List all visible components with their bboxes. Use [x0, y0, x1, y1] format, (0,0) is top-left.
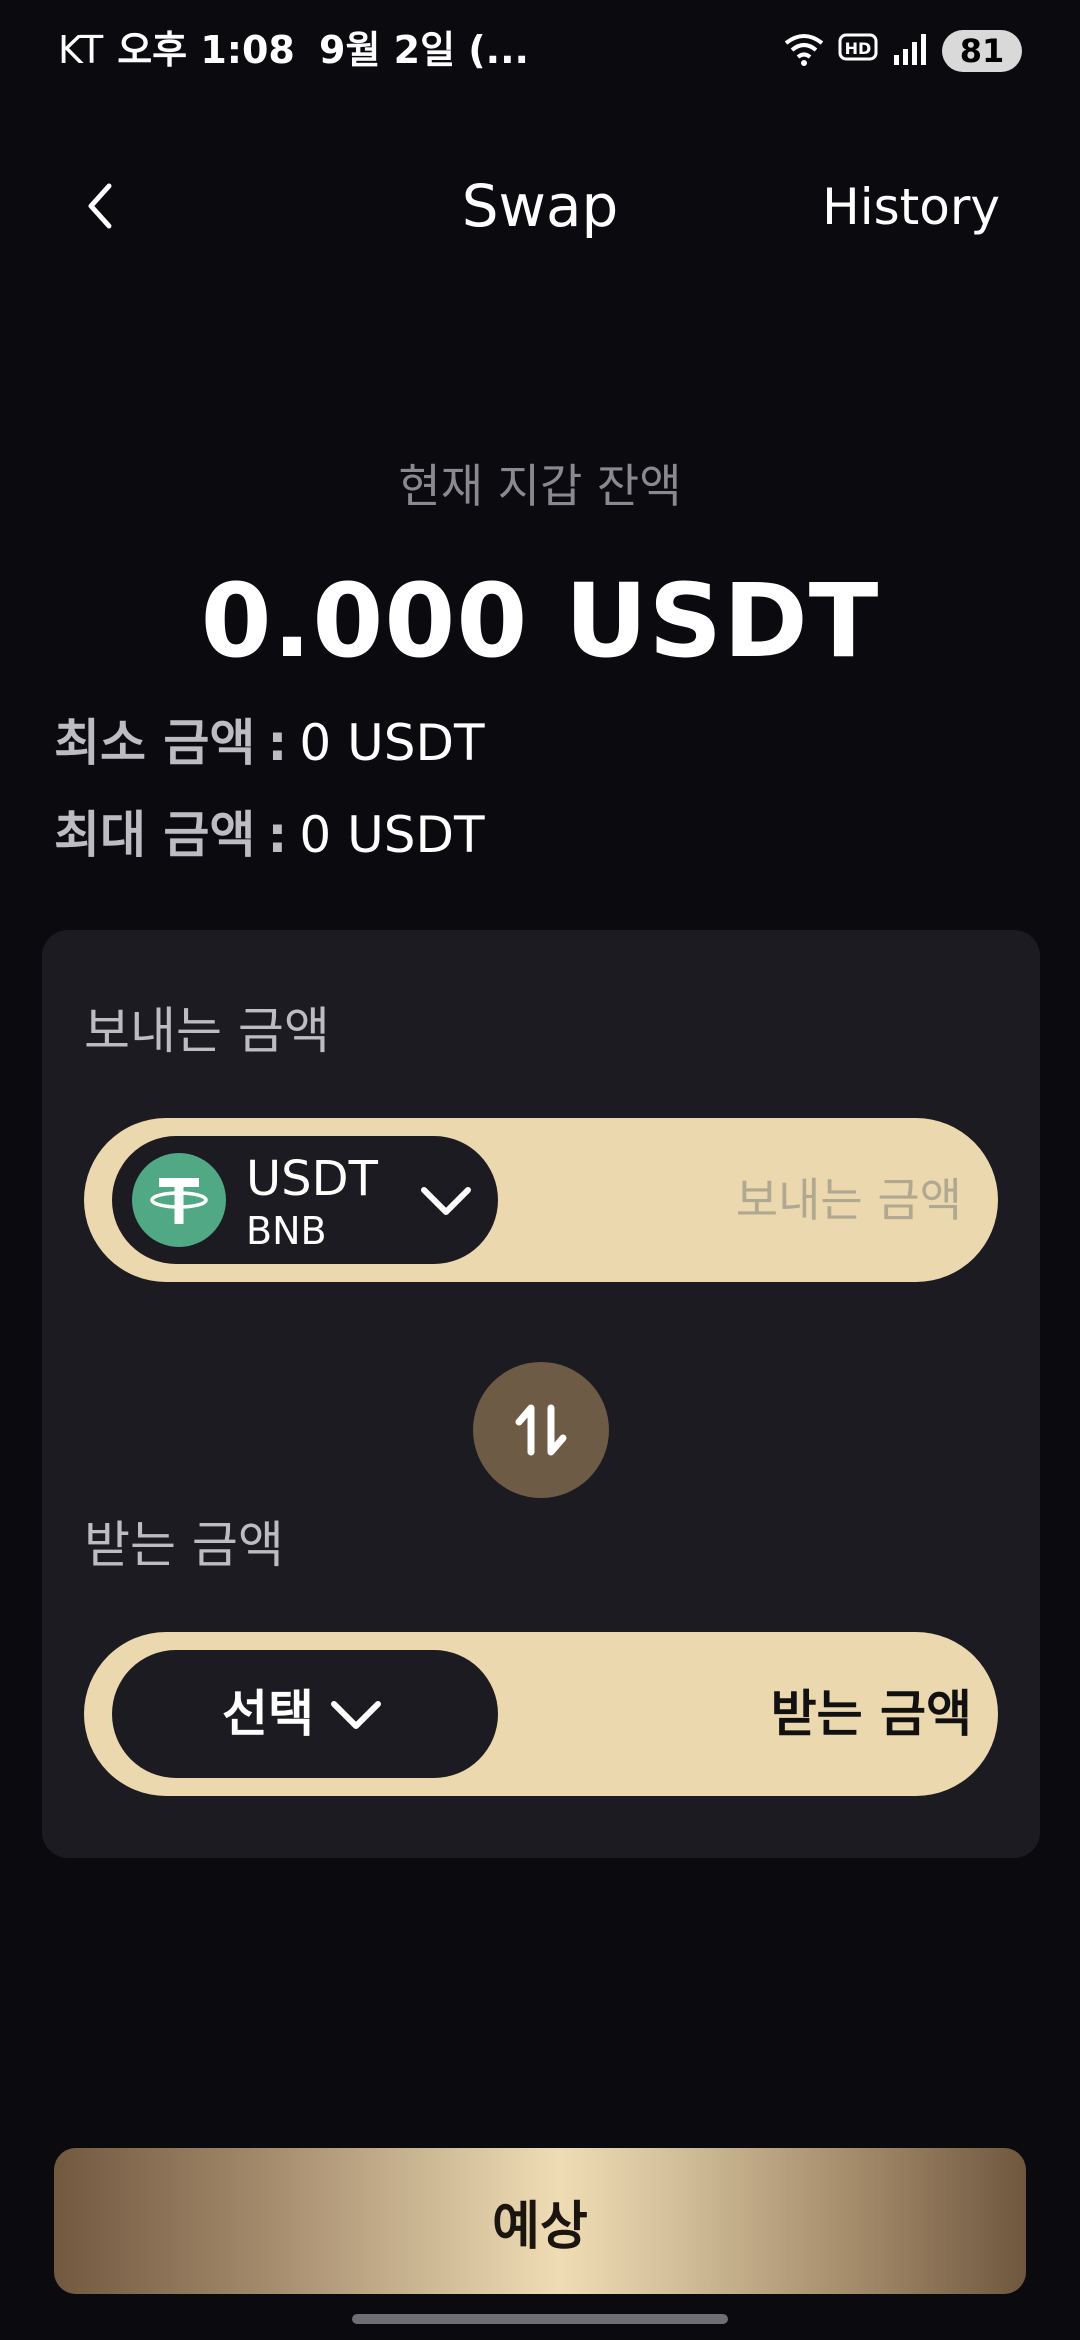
balance-value: 0.000 USDT [200, 562, 880, 681]
status-left: KT 오후 1:08 9월 2일 (... [58, 24, 529, 76]
estimate-button-label: 예상 [492, 2196, 588, 2257]
min-amount-separator: : [267, 714, 288, 772]
swap-screen: KT 오후 1:08 9월 2일 (... HD 81 Swap History… [0, 0, 1080, 2340]
receive-amount-label: 받는 금액 [84, 1516, 284, 1574]
status-time: 오후 1:08 [117, 28, 295, 72]
receive-amount-value: 받는 금액 [770, 1685, 972, 1743]
max-amount-label: 최대 금액 [54, 806, 256, 864]
send-amount-label: 보내는 금액 [84, 1002, 330, 1060]
receive-token-select-label: 선택 [222, 1685, 314, 1743]
battery-icon: 81 [942, 30, 1022, 72]
send-amount-input[interactable]: 보내는 금액 [736, 1170, 962, 1230]
tether-logo-icon [132, 1153, 226, 1247]
min-amount-row: 최소 금액:0 USDT [54, 710, 485, 776]
balance-label: 현재 지갑 잔액 [398, 459, 682, 513]
swap-card: 보내는 금액 USDT BNB 보내는 금액 받는 금액 선택 받는 금액 [42, 930, 1040, 1858]
home-indicator[interactable] [352, 2314, 728, 2324]
app-header: Swap History [0, 160, 1080, 250]
status-bar: KT 오후 1:08 9월 2일 (... HD 81 [58, 24, 1022, 76]
swap-direction-button[interactable] [473, 1362, 609, 1498]
max-amount-separator: : [267, 806, 288, 864]
history-link[interactable]: History [822, 172, 1000, 242]
min-amount-value: 0 USDT [299, 714, 485, 772]
max-amount-value: 0 USDT [299, 806, 485, 864]
max-amount-row: 최대 금액:0 USDT [54, 802, 485, 868]
wifi-icon [784, 31, 824, 71]
status-icons: HD 81 [784, 28, 1022, 74]
hd-badge-text: HD [845, 39, 872, 58]
carrier-label: KT [58, 28, 104, 72]
swap-arrows-icon [515, 1404, 567, 1456]
send-token-selector[interactable]: USDT BNB [112, 1136, 498, 1264]
signal-icon [892, 31, 928, 71]
send-amount-field[interactable]: USDT BNB 보내는 금액 [84, 1118, 998, 1282]
status-date: 9월 2일 (... [319, 28, 529, 72]
min-amount-label: 최소 금액 [54, 714, 256, 772]
battery-level: 81 [959, 32, 1005, 70]
receive-token-selector[interactable]: 선택 [112, 1650, 498, 1778]
hd-voice-icon: HD [838, 31, 878, 71]
estimate-button[interactable]: 예상 [54, 2148, 1026, 2294]
chevron-down-icon [421, 1187, 471, 1215]
receive-amount-field[interactable]: 선택 받는 금액 [84, 1632, 998, 1796]
chevron-down-icon [331, 1701, 381, 1729]
send-token-network: BNB [246, 1209, 327, 1253]
send-token-symbol: USDT [246, 1151, 378, 1207]
